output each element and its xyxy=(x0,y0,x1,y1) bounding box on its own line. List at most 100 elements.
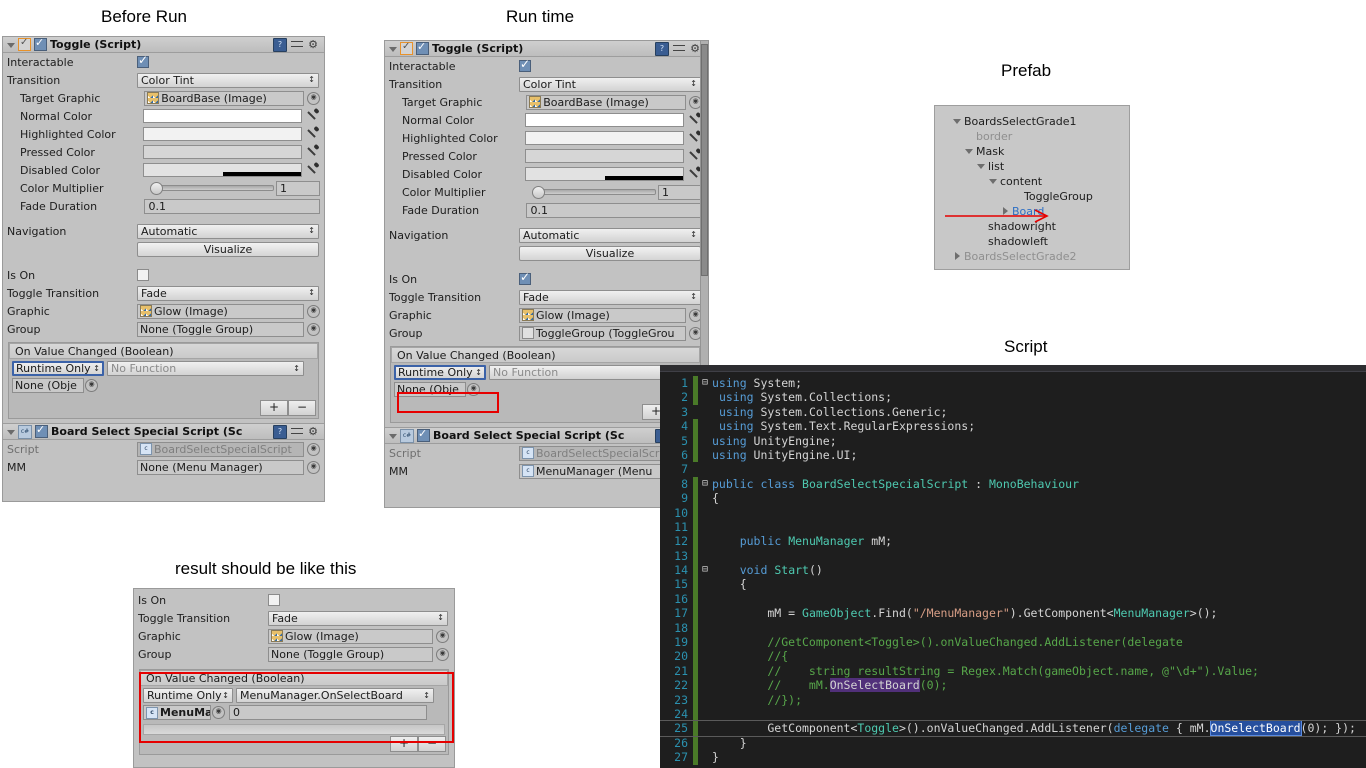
toggle-enabled-checkbox[interactable] xyxy=(34,36,47,51)
component-enabled-icon[interactable] xyxy=(18,37,31,51)
component-enabled-icon[interactable] xyxy=(400,41,413,55)
slider-knob[interactable] xyxy=(150,181,163,195)
script-component-header[interactable]: c# Board Select Special Script (Sc ? ⚙ xyxy=(3,423,324,440)
hierarchy-row[interactable]: Mask xyxy=(935,144,1129,159)
triangle-down-icon[interactable] xyxy=(965,147,974,156)
eyedropper-icon[interactable] xyxy=(306,109,320,123)
color-multiplier-value[interactable]: 1 xyxy=(658,184,702,200)
remove-callback-button[interactable]: − xyxy=(418,736,446,752)
callback-mode-dropdown[interactable]: Runtime Only ↕ xyxy=(394,365,486,380)
code-line[interactable]: 2 using System.Collections; xyxy=(660,390,1366,405)
hierarchy-row[interactable]: list xyxy=(935,159,1129,174)
graphic-field[interactable]: Glow (Image) xyxy=(519,307,686,323)
is-on-checkbox[interactable] xyxy=(268,594,280,606)
preset-icon[interactable] xyxy=(291,426,303,438)
triangle-down-icon[interactable] xyxy=(953,117,962,126)
script-enabled-checkbox[interactable] xyxy=(35,423,48,438)
inspector-panel-run-time[interactable]: Toggle (Script) ? ⚙ Interactable Transit… xyxy=(384,40,707,508)
fade-duration-input[interactable]: 0.1 xyxy=(526,202,702,218)
callback-target-field[interactable]: None (Obje xyxy=(12,378,84,393)
foldout-arrow-icon[interactable] xyxy=(6,40,16,50)
inspector-scrollbar-thumb[interactable] xyxy=(701,44,708,276)
code-line[interactable]: 19 //GetComponent<Toggle>().onValueChang… xyxy=(660,635,1366,650)
navigation-dropdown[interactable]: Automatic ↕ xyxy=(137,223,319,239)
script-enabled-checkbox[interactable] xyxy=(417,427,430,442)
code-line[interactable]: 21 // string resultString = Regex.Match(… xyxy=(660,663,1366,679)
eyedropper-icon[interactable] xyxy=(306,127,320,141)
code-line[interactable]: 26 } xyxy=(660,735,1366,751)
prefab-hierarchy-panel[interactable]: BoardsSelectGrade1 border Mask list content T… xyxy=(934,105,1130,270)
callback-argument-input[interactable]: 0 xyxy=(229,705,427,720)
foldout-arrow-icon[interactable] xyxy=(388,431,398,441)
code-line[interactable]: 5 using UnityEngine; xyxy=(660,433,1366,448)
inspector-panel-result[interactable]: Is On Toggle Transition Fade ↕ Graphic Gl… xyxy=(133,588,455,768)
hierarchy-row[interactable]: BoardsSelectGrade2 xyxy=(935,249,1129,264)
object-picker-icon[interactable]: ◉ xyxy=(307,322,320,336)
code-line[interactable]: 4 using System.Text.RegularExpressions; xyxy=(660,419,1366,434)
code-line[interactable]: 7 xyxy=(660,462,1366,476)
hierarchy-row[interactable]: content xyxy=(935,174,1129,189)
code-line[interactable]: 13 xyxy=(660,548,1366,564)
help-book-icon[interactable]: ? xyxy=(273,424,287,439)
fold-collapse-icon[interactable]: ⊟ xyxy=(698,477,712,491)
code-line[interactable]: 23 //}); xyxy=(660,692,1366,707)
toggle-component-header-runtime[interactable]: Toggle (Script) ? ⚙ xyxy=(385,40,706,57)
foldout-arrow-icon[interactable] xyxy=(6,427,16,437)
eyedropper-icon[interactable] xyxy=(306,163,320,177)
hierarchy-row[interactable]: ToggleGroup xyxy=(935,189,1129,204)
code-line[interactable]: 6 using UnityEngine.UI; xyxy=(660,447,1366,463)
object-picker-icon[interactable]: ◉ xyxy=(436,647,449,661)
code-line[interactable]: 16 xyxy=(660,591,1366,607)
eyedropper-icon[interactable] xyxy=(306,145,320,159)
code-line[interactable]: 22 // mM.OnSelectBoard(0); xyxy=(660,678,1366,693)
gear-icon[interactable]: ⚙ xyxy=(307,425,319,438)
hierarchy-row[interactable]: shadowleft xyxy=(935,234,1129,249)
code-line[interactable]: 14 ⊟ void Start() xyxy=(660,563,1366,578)
normal-color-swatch[interactable] xyxy=(143,109,302,123)
script-code-editor[interactable]: 1 ⊟ using System; 2 using System.Collection… xyxy=(660,365,1366,768)
callback-function-dropdown[interactable]: No Function↕ xyxy=(489,365,686,380)
toggle-transition-dropdown[interactable]: Fade ↕ xyxy=(268,610,448,626)
fold-collapse-icon[interactable]: ⊟ xyxy=(698,376,712,390)
callback-mode-dropdown[interactable]: Runtime Only ↕ xyxy=(12,361,104,376)
object-picker-icon[interactable]: ◉ xyxy=(85,379,98,392)
code-line[interactable]: 27} xyxy=(660,750,1366,765)
target-graphic-field[interactable]: BoardBase (Image) xyxy=(526,94,686,110)
group-field[interactable]: ToggleGroup (ToggleGrou xyxy=(519,325,686,341)
preset-icon[interactable] xyxy=(673,43,685,55)
pressed-color-swatch[interactable] xyxy=(525,149,684,163)
code-line[interactable]: 3 using System.Collections.Generic; xyxy=(660,405,1366,419)
script-component-header-runtime[interactable]: c# Board Select Special Script (Sc ? ⚙ xyxy=(385,427,706,444)
toggle-component-header[interactable]: Toggle (Script) ? ⚙ xyxy=(3,36,324,53)
visualize-button[interactable]: Visualize xyxy=(137,241,319,257)
hierarchy-row[interactable]: border xyxy=(935,129,1129,144)
graphic-field[interactable]: Glow (Image) xyxy=(268,628,433,644)
callback-mode-dropdown[interactable]: Runtime Only ↕ xyxy=(143,688,233,703)
color-multiplier-slider[interactable] xyxy=(150,181,274,195)
code-line[interactable]: 12 public MenuManager mM; xyxy=(660,534,1366,549)
transition-dropdown[interactable]: Color Tint ↕ xyxy=(137,72,319,88)
triangle-down-icon[interactable] xyxy=(989,177,998,186)
code-line[interactable]: 24 xyxy=(660,706,1366,722)
toggle-transition-dropdown[interactable]: Fade ↕ xyxy=(137,285,319,301)
fold-collapse-icon[interactable]: ⊟ xyxy=(698,563,712,577)
gear-icon[interactable]: ⚙ xyxy=(307,38,319,51)
highlighted-color-swatch[interactable] xyxy=(143,127,302,141)
preset-icon[interactable] xyxy=(291,39,303,51)
code-line[interactable]: 20 //{ xyxy=(660,649,1366,664)
add-callback-button[interactable]: + xyxy=(390,736,418,752)
fade-duration-input[interactable]: 0.1 xyxy=(144,198,320,214)
toggle-enabled-checkbox[interactable] xyxy=(416,40,429,55)
group-field[interactable]: None (Toggle Group) xyxy=(268,646,433,662)
object-picker-icon[interactable]: ◉ xyxy=(212,706,225,719)
help-book-icon[interactable]: ? xyxy=(273,37,287,52)
add-callback-button[interactable]: + xyxy=(260,400,288,416)
interactable-checkbox[interactable] xyxy=(519,57,531,72)
code-line[interactable]: 10 xyxy=(660,505,1366,520)
triangle-right-icon[interactable] xyxy=(953,252,962,261)
slider-knob[interactable] xyxy=(532,185,545,199)
code-line[interactable]: 9{ xyxy=(660,491,1366,506)
interactable-checkbox[interactable] xyxy=(137,53,149,68)
pressed-color-swatch[interactable] xyxy=(143,145,302,159)
object-picker-icon[interactable]: ◉ xyxy=(307,460,320,474)
